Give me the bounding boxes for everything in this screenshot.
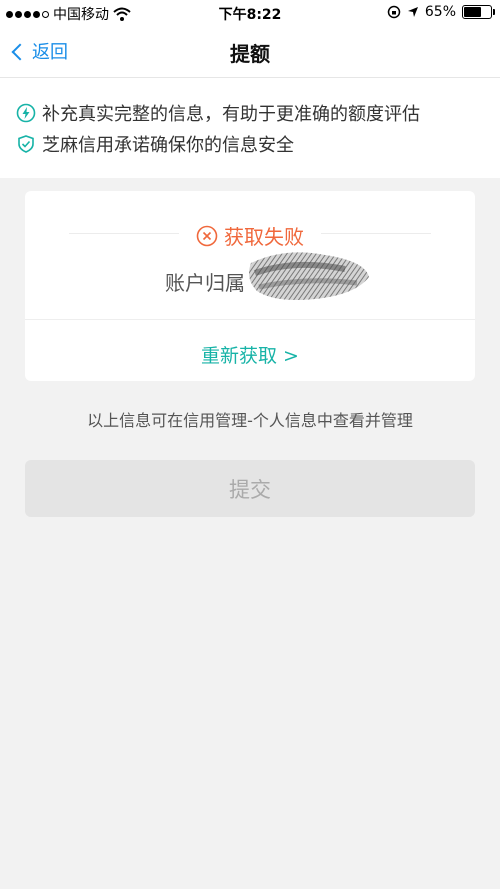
shield-icon [18,135,34,153]
page-title: 提额 [230,42,270,66]
status-right: 65% [387,4,495,20]
rotation-lock-icon [387,5,401,19]
retry-button[interactable]: 重新获取 > [25,341,475,368]
battery-fill [464,7,481,17]
tip-item: 补充真实完整的信息，有助于更准确的额度评估 [16,100,420,126]
navigation-bar: 返回 提额 [0,26,500,78]
info-note: 以上信息可在信用管理-个人信息中查看并管理 [87,411,413,430]
battery-percent: 65% [424,4,456,20]
tips-panel: 补充真实完整的信息，有助于更准确的额度评估 芝麻信用承诺确保你的信息安全 [0,78,500,178]
battery-icon [462,5,495,19]
info-card: 获取失败 账户归属 重新获取 > [25,191,475,381]
lightning-icon [16,103,36,123]
divider [25,319,475,320]
status-bar: 中国移动 下午8:22 65% [0,0,500,26]
submit-button[interactable]: 提交 [25,460,475,517]
redaction-scribble [249,252,369,300]
tip-text: 补充真实完整的信息，有助于更准确的额度评估 [42,104,420,125]
account-label: 账户归属 [165,271,245,295]
error-circle-icon [196,225,218,246]
location-arrow-icon [407,7,418,17]
tip-text: 芝麻信用承诺确保你的信息安全 [42,135,294,156]
tip-item: 芝麻信用承诺确保你的信息安全 [16,131,294,157]
